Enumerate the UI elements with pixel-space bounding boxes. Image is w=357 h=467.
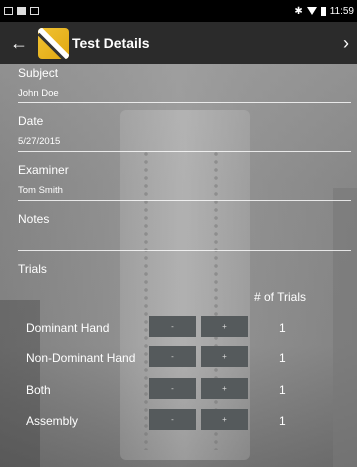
status-bar: ✱ 11:59 [0, 0, 357, 22]
trials-count-header: # of Trials [254, 290, 307, 304]
trial-row-dominant-hand: Dominant Hand - + 1 [0, 316, 357, 340]
app-logo [38, 27, 69, 59]
date-label: Date [18, 114, 44, 128]
trial-label: Both [26, 383, 51, 397]
examiner-underline [18, 200, 351, 201]
increment-button[interactable]: + [201, 409, 248, 430]
notes-field[interactable]: Notes [18, 212, 351, 234]
trial-count: 1 [279, 414, 286, 428]
trial-label: Assembly [26, 414, 79, 428]
app-bar: ← Test Details › [0, 22, 357, 64]
back-arrow-icon[interactable]: ← [2, 33, 36, 54]
increment-button[interactable]: + [201, 378, 248, 399]
date-underline [18, 151, 351, 152]
decrement-button[interactable]: - [149, 409, 196, 430]
battery-icon [320, 6, 326, 16]
trial-label: Dominant Hand [26, 321, 110, 335]
notification-icons [4, 7, 39, 15]
examiner-label: Examiner [18, 163, 69, 177]
trials-section: Trials [18, 262, 351, 276]
notes-label: Notes [18, 212, 50, 226]
status-time: 11:59 [329, 5, 354, 17]
increment-button[interactable]: + [201, 316, 248, 337]
subject-value[interactable]: John Doe [18, 88, 351, 99]
wifi-icon [306, 7, 317, 15]
examiner-field[interactable]: Examiner Tom Smith [18, 163, 351, 196]
trial-count: 1 [279, 383, 286, 397]
trial-row-both: Both - + 1 [0, 378, 357, 402]
sd-card-icon [17, 7, 26, 15]
trial-row-non-dominant-hand: Non-Dominant Hand - + 1 [0, 346, 357, 370]
page-title: Test Details [72, 35, 150, 51]
trial-label: Non-Dominant Hand [26, 351, 136, 365]
date-field[interactable]: Date 5/27/2015 [18, 114, 351, 147]
increment-button[interactable]: + [201, 346, 248, 367]
decrement-button[interactable]: - [149, 346, 196, 367]
subject-field[interactable]: Subject John Doe [18, 66, 351, 99]
subject-label: Subject [18, 66, 59, 80]
date-value[interactable]: 5/27/2015 [18, 136, 351, 147]
trial-count: 1 [279, 321, 286, 335]
screen-icon [4, 7, 13, 15]
decrement-button[interactable]: - [149, 378, 196, 399]
photo-icon [30, 7, 39, 15]
subject-underline [18, 102, 351, 103]
system-icons: ✱ 11:59 [294, 6, 354, 17]
trial-row-assembly: Assembly - + 1 [0, 409, 357, 433]
notes-underline [18, 250, 351, 251]
decrement-button[interactable]: - [149, 316, 196, 337]
chevron-right-icon[interactable]: › [343, 33, 349, 54]
examiner-value[interactable]: Tom Smith [18, 185, 351, 196]
trial-count: 1 [279, 351, 286, 365]
trials-label: Trials [18, 262, 47, 276]
bluetooth-icon: ✱ [294, 5, 303, 17]
